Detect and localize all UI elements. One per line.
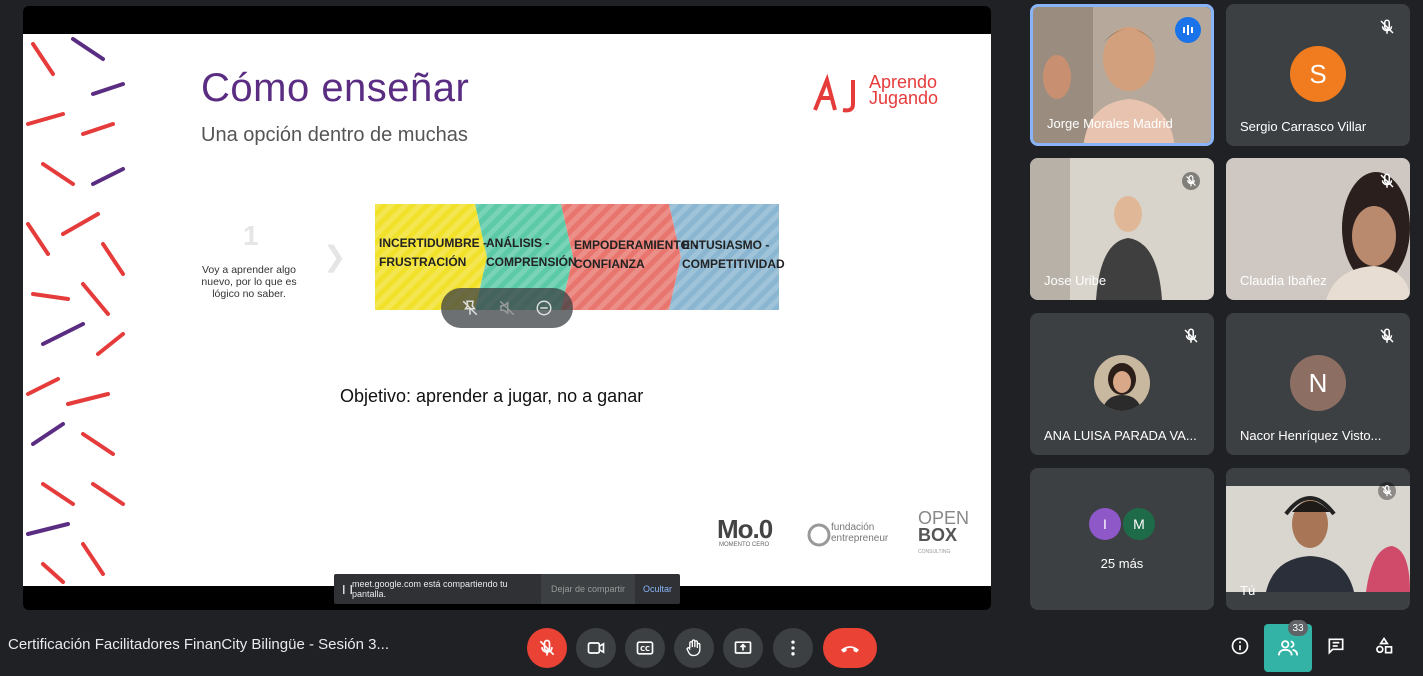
people-icon: [1277, 640, 1299, 656]
meet-window: Cómo enseñar Una opción dentro de muchas…: [0, 0, 1423, 676]
mic-off-icon: [1378, 482, 1396, 500]
participant-tile-claudia[interactable]: Claudia Ibañez: [1226, 158, 1410, 300]
more-options-button[interactable]: [773, 628, 813, 668]
minimize-icon[interactable]: [532, 296, 556, 320]
slide-objective: Objetivo: aprender a jugar, no a ganar: [340, 386, 644, 406]
step-number: 1: [243, 220, 259, 251]
avatar: S: [1290, 46, 1346, 102]
unpin-icon[interactable]: [458, 296, 482, 320]
chat-icon: [1328, 638, 1344, 655]
openbox-logo: OPEN BOX CONSULTING: [918, 508, 970, 555]
stage-label-1: INCERTIDUMBRE - FRUSTRACIÓN: [379, 236, 487, 269]
closed-captions-icon: CC: [636, 641, 654, 655]
participant-tile-self[interactable]: Tú: [1226, 468, 1410, 610]
mic-off-icon: [1380, 19, 1394, 34]
hide-banner-button[interactable]: Ocultar: [635, 584, 680, 594]
more-participants-tile[interactable]: I M 25 más: [1030, 468, 1214, 610]
participant-tile-jorge[interactable]: Jorge Morales Madrid: [1030, 4, 1214, 146]
participant-name: Jorge Morales Madrid: [1047, 116, 1173, 131]
participant-tile-ana[interactable]: ANA LUISA PARADA VA...: [1030, 313, 1214, 455]
stage-label-2: ANÁLISIS - COMPRENSIÓN: [486, 236, 577, 269]
fundacion-entrepreneur-text: fundación entrepreneur: [831, 522, 889, 544]
avatar: N: [1290, 355, 1346, 411]
chevron-right-icon: ❯: [323, 241, 347, 272]
avatar: I: [1089, 508, 1121, 540]
mic-off-icon: [1380, 328, 1394, 343]
participant-name: Tú: [1240, 583, 1256, 598]
participant-name: Jose Uribe: [1044, 273, 1107, 288]
decorative-confetti: [26, 37, 125, 584]
participant-name: ANA LUISA PARADA VA...: [1044, 428, 1197, 443]
momento-cero-subtitle: MOMENTO CERO: [719, 542, 770, 548]
brand-name: Aprendo Jugando: [869, 72, 939, 108]
mic-off-icon: [1182, 172, 1200, 190]
mic-toggle-button[interactable]: [527, 628, 567, 668]
slide-title: Cómo enseñar: [201, 66, 470, 110]
participant-tile-sergio[interactable]: S Sergio Carrasco Villar: [1226, 4, 1410, 146]
slide-subtitle: Una opción dentro de muchas: [201, 124, 468, 146]
avatar: [1094, 355, 1150, 411]
camera-toggle-button[interactable]: [576, 628, 616, 668]
participant-name: Claudia Ibañez: [1240, 273, 1327, 288]
momento-cero-logo: Mo.0: [717, 514, 773, 544]
participant-tile-nacor[interactable]: N Nacor Henríquez Visto...: [1226, 313, 1410, 455]
pause-icon: ❙❙: [340, 583, 356, 594]
speaking-indicator-icon: [1175, 17, 1201, 43]
share-message: meet.google.com está compartiendo tu pan…: [352, 579, 508, 599]
people-count-badge: 33: [1288, 620, 1308, 636]
participant-name: Sergio Carrasco Villar: [1240, 119, 1367, 134]
present-screen-button[interactable]: [723, 628, 763, 668]
present-icon: [734, 641, 752, 654]
more-vertical-icon: [791, 640, 795, 656]
meeting-title: Certificación Facilitadores FinanCity Bi…: [8, 636, 389, 653]
mic-off-icon: [539, 639, 555, 656]
participant-tile-jose[interactable]: Jose Uribe: [1030, 158, 1214, 300]
stage-label-3: EMPODERAMIENTO - CONFIANZA: [574, 238, 698, 271]
svg-text:CC: CC: [640, 645, 650, 653]
participant-name: Nacor Henríquez Visto...: [1240, 428, 1382, 443]
end-call-button[interactable]: [823, 628, 877, 668]
info-icon: [1231, 637, 1249, 655]
more-count: 25 más: [1100, 556, 1144, 571]
mic-off-icon: [1184, 328, 1198, 343]
shared-slide: Cómo enseñar Una opción dentro de muchas…: [23, 34, 991, 586]
raise-hand-button[interactable]: [674, 628, 714, 668]
step-description: Voy a aprender algo nuevo, por lo que es…: [201, 264, 297, 300]
mute-audio-icon[interactable]: [495, 296, 519, 320]
stage-label-4: ENTUSIASMO - COMPETITIVIDAD: [682, 238, 785, 271]
meeting-details-button[interactable]: [1222, 628, 1258, 664]
camera-icon: [587, 642, 605, 654]
shapes-icon: [1376, 636, 1393, 654]
chat-button[interactable]: [1318, 628, 1354, 664]
avatar: M: [1123, 508, 1155, 540]
presentation-stage: Cómo enseñar Una opción dentro de muchas…: [23, 6, 991, 610]
hand-icon: [686, 639, 701, 657]
stop-sharing-button[interactable]: Dejar de compartir: [540, 574, 635, 604]
tile-overlay-controls: [441, 288, 573, 328]
hang-up-icon: [841, 646, 859, 653]
screen-share-banner: ❙❙ meet.google.com está compartiendo tu …: [334, 574, 680, 604]
activities-button[interactable]: [1366, 628, 1402, 664]
mic-off-icon: [1380, 173, 1394, 188]
captions-button[interactable]: CC: [625, 628, 665, 668]
